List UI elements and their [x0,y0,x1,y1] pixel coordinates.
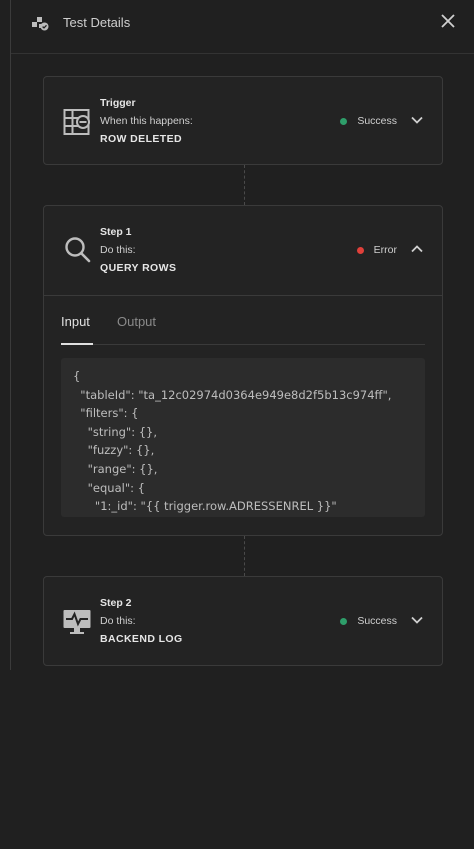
step1-sublabel: Do this: [100,244,136,256]
input-json-block[interactable]: { "tableId": "ta_12c02974d0364e949e8d2f5… [61,358,425,517]
panel-header: Test Details [11,0,474,54]
step1-status-text: Error [373,244,397,256]
close-icon[interactable] [440,13,456,29]
monitor-activity-icon [63,610,91,634]
step1-action: QUERY ROWS [100,262,177,274]
trigger-action: ROW DELETED [100,133,182,145]
step1-card[interactable]: Step 1 Do this: QUERY ROWS Error Input O… [43,205,443,536]
connector-line [244,536,245,576]
tab-output[interactable]: Output [117,314,156,329]
status-dot [340,117,348,125]
step1-status: Error [356,244,397,256]
chevron-up-icon[interactable] [410,242,424,256]
chevron-down-icon[interactable] [410,613,424,627]
status-dot [340,617,348,625]
trigger-sublabel: When this happens: [100,115,193,127]
step2-card[interactable]: Step 2 Do this: BACKEND LOG Success [43,576,443,666]
step2-sublabel: Do this: [100,615,136,627]
table-delete-icon [63,109,90,135]
trigger-status: Success [340,115,397,127]
active-tab-indicator [61,343,93,345]
step2-label: Step 2 [100,597,132,609]
panel-title: Test Details [63,15,131,30]
trigger-card[interactable]: Trigger When this happens: ROW DELETED S… [43,76,443,165]
chevron-down-icon[interactable] [410,113,424,127]
connector-line [244,165,245,205]
panel-left-border [10,0,11,670]
trigger-status-text: Success [357,115,397,127]
step2-action: BACKEND LOG [100,633,183,645]
step2-status: Success [340,615,397,627]
io-tabs: Input Output [44,295,442,346]
trigger-label: Trigger [100,97,136,109]
status-dot [356,246,364,254]
input-json-text: { "tableId": "ta_12c02974d0364e949e8d2f5… [73,369,392,514]
step2-status-text: Success [357,615,397,627]
tab-input[interactable]: Input [61,314,90,329]
search-icon [65,237,91,263]
automation-icon [32,17,49,31]
step1-label: Step 1 [100,226,132,238]
tabs-divider [61,344,425,345]
